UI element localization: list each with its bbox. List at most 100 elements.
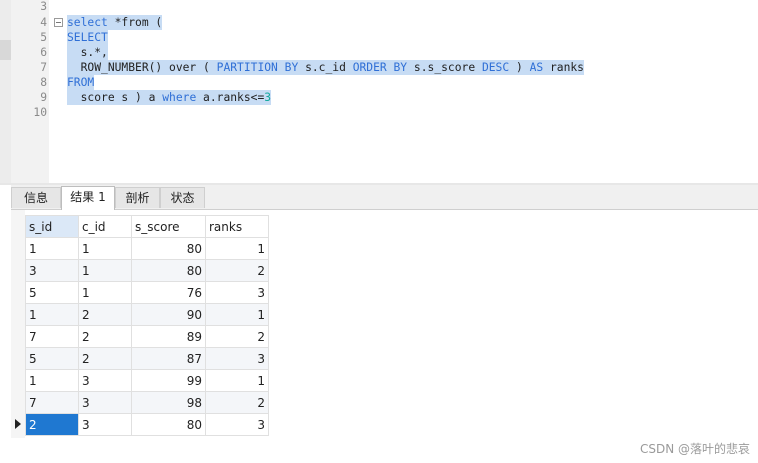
cell-ranks[interactable]: 2 — [205, 391, 269, 414]
cell-ranks[interactable]: 1 — [205, 303, 269, 326]
cell-s-score[interactable]: 80 — [131, 413, 206, 436]
tab-profile[interactable]: 剖析 — [115, 187, 160, 208]
number-literal: 3 — [264, 91, 272, 104]
cell-ranks[interactable]: 2 — [205, 259, 269, 282]
keyword-from: FROM — [67, 76, 95, 89]
code-line-4[interactable]: 4 select *from ( — [0, 15, 758, 30]
cell-c-id[interactable]: 1 — [78, 237, 132, 260]
table-row[interactable]: 1 1 80 1 — [25, 237, 269, 260]
line-number: 8 — [40, 76, 47, 89]
cell-c-id[interactable]: 2 — [78, 303, 132, 326]
line-number: 3 — [40, 0, 47, 13]
table-row[interactable]: 5 2 87 3 — [25, 347, 269, 370]
line-number: 9 — [40, 91, 47, 104]
cell-s-id[interactable]: 1 — [25, 303, 79, 326]
code-line-7[interactable]: 7 ROW_NUMBER() over ( PARTITION BY s.c_i… — [0, 60, 758, 75]
sql-editor[interactable]: 3 4 select *from ( 5 SELECT 6 s.*, 7 ROW… — [0, 0, 758, 183]
keyword-order-by: ORDER BY — [352, 61, 408, 74]
cell-s-id-selected[interactable]: 2 — [25, 413, 79, 436]
column-header-s-id[interactable]: s_id — [25, 215, 79, 238]
keyword-where: where — [162, 91, 197, 104]
cell-s-id[interactable]: 7 — [25, 391, 79, 414]
code-token: s.*, — [80, 46, 108, 59]
cell-s-id[interactable]: 5 — [25, 281, 79, 304]
cell-s-score[interactable]: 90 — [131, 303, 206, 326]
cell-ranks[interactable]: 1 — [205, 369, 269, 392]
keyword-desc: DESC — [481, 61, 510, 74]
table-row-current[interactable]: 2 3 80 3 — [25, 413, 269, 436]
code-token: ROW_NUMBER() over ( — [80, 61, 217, 74]
fold-toggle-icon[interactable] — [54, 18, 63, 27]
current-row-pointer-icon — [15, 419, 21, 429]
table-row[interactable]: 1 2 90 1 — [25, 303, 269, 326]
code-line-9[interactable]: 9 score s ) a where a.ranks<=3 — [0, 90, 758, 105]
code-token: s.s_score — [407, 61, 482, 74]
cell-s-score[interactable]: 76 — [131, 281, 206, 304]
code-line-3[interactable]: 3 — [0, 0, 758, 14]
code-token: ) — [509, 61, 530, 74]
cell-s-score[interactable]: 89 — [131, 325, 206, 348]
cell-s-score[interactable]: 80 — [131, 237, 206, 260]
table-row[interactable]: 1 3 99 1 — [25, 369, 269, 392]
cell-ranks[interactable]: 3 — [205, 281, 269, 304]
cell-s-score[interactable]: 98 — [131, 391, 206, 414]
table-row[interactable]: 7 2 89 2 — [25, 325, 269, 348]
code-text: score s ) a where a.ranks<=3 — [67, 90, 272, 105]
cell-c-id[interactable]: 1 — [78, 281, 132, 304]
code-token: s.c_id — [298, 61, 353, 74]
result-tab-bar: 信息 结果 1 剖析 状态 — [11, 185, 758, 210]
column-header-ranks[interactable]: ranks — [205, 215, 269, 238]
cell-s-id[interactable]: 5 — [25, 347, 79, 370]
code-text: s.*, — [67, 45, 108, 60]
cell-c-id[interactable]: 2 — [78, 347, 132, 370]
row-indicator-column — [11, 210, 25, 438]
code-line-5[interactable]: 5 SELECT — [0, 30, 758, 45]
tab-result-1[interactable]: 结果 1 — [61, 186, 115, 210]
line-number: 5 — [40, 31, 47, 44]
cell-c-id[interactable]: 3 — [78, 369, 132, 392]
line-number: 6 — [40, 46, 47, 59]
line-number: 10 — [33, 106, 47, 119]
cell-s-id[interactable]: 7 — [25, 325, 79, 348]
cell-ranks[interactable]: 1 — [205, 237, 269, 260]
code-line-8[interactable]: 8 FROM — [0, 75, 758, 90]
column-header-s-score[interactable]: s_score — [131, 215, 206, 238]
table-row[interactable]: 3 1 80 2 — [25, 259, 269, 282]
cell-c-id[interactable]: 3 — [78, 413, 132, 436]
line-number: 7 — [40, 61, 47, 74]
column-header-c-id[interactable]: c_id — [78, 215, 132, 238]
code-line-10[interactable]: 10 — [0, 105, 758, 120]
code-text: SELECT — [67, 30, 108, 45]
table-row[interactable]: 7 3 98 2 — [25, 391, 269, 414]
code-token: score s ) a — [80, 91, 163, 104]
result-grid[interactable]: s_id c_id s_score ranks 1 1 80 1 3 1 80 … — [11, 210, 758, 463]
code-text: select *from ( — [67, 15, 163, 30]
table-row[interactable]: 5 1 76 3 — [25, 281, 269, 304]
code-token: a.ranks<= — [196, 91, 265, 104]
cell-s-id[interactable]: 1 — [25, 237, 79, 260]
cell-ranks[interactable]: 2 — [205, 325, 269, 348]
line-number: 4 — [40, 16, 47, 29]
cell-s-id[interactable]: 1 — [25, 369, 79, 392]
cell-s-score[interactable]: 80 — [131, 259, 206, 282]
header-row: s_id c_id s_score ranks — [25, 215, 269, 238]
code-line-6[interactable]: 6 s.*, — [0, 45, 758, 60]
code-text: ROW_NUMBER() over ( PARTITION BY s.c_id … — [67, 60, 584, 75]
watermark: CSDN @落叶的悲哀 — [639, 442, 750, 456]
tab-info[interactable]: 信息 — [11, 187, 61, 208]
cell-c-id[interactable]: 1 — [78, 259, 132, 282]
code-text: FROM — [67, 75, 95, 90]
code-token: ranks — [543, 61, 584, 74]
tab-status[interactable]: 状态 — [160, 187, 205, 208]
keyword-select: select — [67, 16, 108, 29]
code-token: *from ( — [107, 16, 163, 29]
cell-s-score[interactable]: 87 — [131, 347, 206, 370]
cell-c-id[interactable]: 3 — [78, 391, 132, 414]
cell-s-score[interactable]: 99 — [131, 369, 206, 392]
cell-s-id[interactable]: 3 — [25, 259, 79, 282]
cell-ranks[interactable]: 3 — [205, 347, 269, 370]
cell-c-id[interactable]: 2 — [78, 325, 132, 348]
keyword-partition-by: PARTITION BY — [216, 61, 299, 74]
result-table: s_id c_id s_score ranks 1 1 80 1 3 1 80 … — [25, 215, 269, 436]
cell-ranks[interactable]: 3 — [205, 413, 269, 436]
